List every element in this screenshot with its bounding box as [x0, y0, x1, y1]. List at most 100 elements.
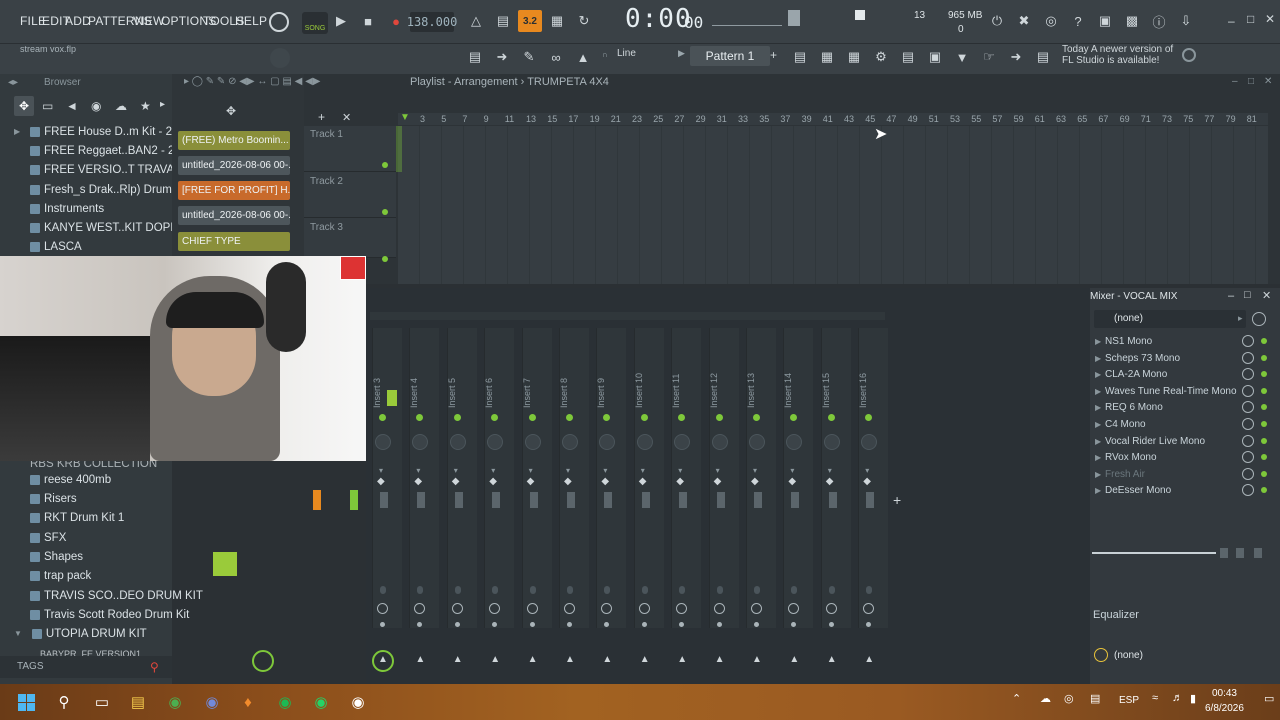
insert-fader[interactable]	[679, 492, 688, 508]
channel-item[interactable]: (FREE) Metro Boomin...	[178, 131, 290, 150]
whatsapp-icon[interactable]: ◉	[309, 690, 333, 714]
insert-stereo-icon[interactable]: ◆	[564, 476, 572, 487]
step-edit-icon[interactable]: ▦	[546, 10, 568, 32]
link-icon[interactable]: ∞	[545, 46, 567, 68]
insert-mute-dot[interactable]	[641, 622, 647, 627]
fx-mix-knob[interactable]	[1242, 434, 1254, 447]
insert-mute-dot[interactable]	[454, 622, 460, 627]
add-insert-icon[interactable]: +	[893, 492, 901, 508]
insert-fader[interactable]	[380, 492, 388, 508]
browser-back-icon[interactable]: ◄	[66, 99, 78, 113]
browser-item[interactable]: LASCA	[30, 237, 82, 256]
insert-route-icon[interactable]: ▾	[603, 466, 607, 475]
browser-plugins-icon[interactable]: ◉	[91, 99, 101, 113]
tempo-icon[interactable]: ▤	[1032, 46, 1054, 68]
insert-fader[interactable]	[604, 492, 613, 508]
channel-item[interactable]: [FREE FOR PROFIT] H...	[178, 181, 290, 200]
fx-slot-label[interactable]: NS1 Mono	[1105, 336, 1152, 347]
insert-fx-toggle[interactable]	[380, 586, 386, 594]
insert-stereo-icon[interactable]: ◆	[414, 476, 422, 487]
insert-pan-knob[interactable]	[524, 434, 541, 450]
track-mute-led[interactable]	[382, 209, 388, 215]
browser-more-icon[interactable]: ▸	[160, 99, 165, 110]
record-icon[interactable]: ●	[385, 10, 407, 32]
insert-send-knob[interactable]	[825, 603, 837, 614]
insert-fx-toggle[interactable]	[567, 586, 573, 594]
insert-stereo-icon[interactable]: ◆	[601, 476, 609, 487]
mixer-close-icon[interactable]: ✕	[1262, 289, 1271, 302]
browser-icon[interactable]: ▤	[897, 46, 919, 68]
fx-enable-led[interactable]	[1261, 421, 1267, 427]
insert-stereo-icon[interactable]: ◆	[639, 476, 647, 487]
channel-item[interactable]: untitled_2026-08-06 00-...	[178, 206, 290, 225]
insert-fx-toggle[interactable]	[641, 586, 648, 594]
fx-slot-label[interactable]: RVox Mono	[1105, 452, 1157, 463]
stop-icon[interactable]: ■	[357, 10, 379, 32]
record-knob-icon[interactable]	[269, 12, 289, 32]
battery-icon[interactable]: ▮	[1190, 692, 1196, 705]
master-fader-orange[interactable]	[313, 490, 321, 510]
insert-pan-knob[interactable]	[449, 434, 466, 450]
master-pan-knob[interactable]	[252, 650, 274, 672]
touch-icon[interactable]: ☞	[978, 46, 1000, 68]
fx-expand-icon[interactable]: ▶	[1095, 420, 1101, 429]
insert-stereo-icon[interactable]: ◆	[527, 476, 535, 487]
playlist-grid[interactable]	[398, 126, 1268, 284]
insert-fx-toggle[interactable]	[866, 586, 873, 594]
insert-pan-knob[interactable]	[711, 434, 728, 450]
insert-arrow-icon[interactable]: ▲	[640, 654, 650, 665]
insert-pan-knob[interactable]	[562, 434, 578, 450]
insert-arrow-icon[interactable]: ▲	[864, 654, 874, 665]
insert-stereo-icon[interactable]: ◆	[714, 476, 722, 487]
fx-expand-icon[interactable]: ▶	[1095, 337, 1101, 346]
tempo-display[interactable]: 138.000	[407, 12, 457, 32]
fx-expand-icon[interactable]: ▶	[1095, 470, 1101, 479]
browser-item[interactable]: trap pack	[30, 566, 91, 585]
search-taskbar-icon[interactable]: ⚲	[52, 690, 76, 714]
insert-arrow-icon[interactable]: ▲	[827, 654, 837, 665]
insert-stereo-icon[interactable]: ◆	[452, 476, 460, 487]
insert-route-icon[interactable]: ▾	[641, 466, 645, 475]
output-clock-icon[interactable]	[1094, 648, 1108, 662]
browser-menu-icon[interactable]: ◂▸	[8, 77, 18, 88]
insert-enable-led[interactable]	[528, 414, 536, 421]
insert-enable-led[interactable]	[453, 414, 461, 421]
insert-arrow-icon[interactable]: ▲	[752, 654, 762, 665]
insert-stereo-icon[interactable]: ◆	[788, 476, 796, 487]
insert-route-icon[interactable]: ▾	[454, 466, 458, 475]
playhead-icon[interactable]: ▼	[400, 112, 410, 123]
mixer-minimize-icon[interactable]: –	[1228, 290, 1234, 302]
browser-item[interactable]: ▶ FREE House D..m Kit - 2211	[14, 122, 190, 141]
spotify-icon[interactable]: ◉	[273, 690, 297, 714]
add-track-icon[interactable]: +	[318, 110, 325, 124]
insert-route-icon[interactable]: ▾	[678, 466, 682, 475]
insert-mute-dot[interactable]	[380, 622, 385, 627]
insert-route-icon[interactable]: ▾	[790, 466, 794, 475]
pattern-prev-icon[interactable]: ▶	[678, 48, 685, 59]
script-icon[interactable]: ➜	[1005, 46, 1027, 68]
insert-fader[interactable]	[567, 492, 575, 508]
help-icon[interactable]: ?	[1067, 10, 1089, 32]
browser-item[interactable]: KANYE WEST..KIT DOPEKIT	[30, 218, 196, 237]
fx-slot-label[interactable]: C4 Mono	[1105, 419, 1146, 430]
insert-enable-led[interactable]	[379, 414, 386, 421]
fx-enable-led[interactable]	[1261, 437, 1267, 444]
tray-chevron-icon[interactable]: ⌃	[1012, 692, 1021, 705]
snap-selector[interactable]: 3.2	[518, 10, 542, 32]
add-pattern-icon[interactable]: +	[770, 48, 777, 62]
power-icon[interactable]: ⏻	[986, 10, 1008, 32]
insert-send-knob[interactable]	[451, 603, 463, 614]
wait-for-input-icon[interactable]: ▤	[492, 10, 514, 32]
playlist-close-icon[interactable]: ✕	[1264, 76, 1272, 87]
channel-rack-icon[interactable]: ▦	[843, 46, 865, 68]
fx-expand-icon[interactable]: ▶	[1095, 437, 1101, 446]
menu-view[interactable]: VIEW	[133, 14, 164, 28]
insert-fader[interactable]	[754, 492, 762, 508]
file-explorer-icon[interactable]: ▤	[126, 690, 150, 714]
insert-route-icon[interactable]: ▾	[716, 466, 720, 475]
browser-item[interactable]: FREE Reggaet..BAN2 - 2211	[30, 141, 193, 160]
insert-send-knob[interactable]	[564, 603, 575, 614]
plugin-picker-icon[interactable]: ▼	[951, 46, 973, 68]
track-mute-led[interactable]	[382, 256, 388, 262]
tray-cloud-icon[interactable]: ☁	[1040, 692, 1051, 705]
